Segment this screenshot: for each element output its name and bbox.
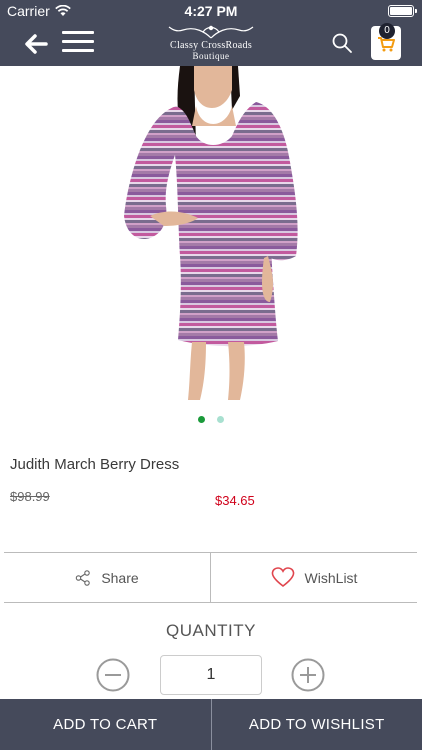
decrease-quantity-icon[interactable]	[96, 658, 130, 692]
image-pager[interactable]	[0, 410, 422, 428]
quantity-input[interactable]	[160, 655, 262, 695]
original-price: $98.99	[10, 489, 50, 504]
wishlist-button[interactable]: WishList	[211, 553, 417, 602]
share-label: Share	[101, 569, 139, 586]
pager-dot[interactable]	[217, 416, 225, 423]
clock: 4:27 PM	[184, 3, 238, 19]
search-icon[interactable]	[331, 32, 353, 54]
add-to-wishlist-button[interactable]: ADD TO WISHLIST	[212, 699, 422, 750]
add-to-wishlist-label: ADD TO WISHLIST	[248, 716, 385, 733]
cart-count-badge: 0	[379, 23, 395, 39]
add-to-cart-button[interactable]: ADD TO CART	[0, 699, 212, 750]
action-row: Share WishList	[4, 552, 417, 603]
add-to-cart-label: ADD TO CART	[53, 716, 158, 733]
bottom-action-bar: ADD TO CART ADD TO WISHLIST	[0, 699, 422, 750]
cart-button[interactable]: 0	[371, 23, 401, 60]
logo-crest-icon	[168, 25, 254, 39]
status-bar: Carrier 4:27 PM	[0, 0, 422, 22]
hamburger-menu-icon[interactable]	[62, 31, 94, 55]
product-title: Judith March Berry Dress	[10, 456, 180, 473]
share-button[interactable]: Share	[4, 553, 211, 602]
increase-quantity-icon[interactable]	[291, 658, 325, 692]
pager-dot-active[interactable]	[197, 416, 205, 423]
heart-icon	[271, 567, 294, 588]
logo-line-2: Boutique	[192, 51, 230, 61]
sale-price: $34.65	[215, 493, 255, 508]
back-arrow-icon[interactable]	[22, 30, 50, 58]
top-bar: Carrier 4:27 PM Classy CrossRoads Boutiq…	[0, 0, 422, 66]
share-icon	[76, 569, 91, 586]
wishlist-label: WishList	[304, 569, 358, 586]
nav-bar: Classy CrossRoads Boutique 0	[0, 22, 422, 66]
brand-logo[interactable]: Classy CrossRoads Boutique	[150, 22, 272, 66]
quantity-label: QUANTITY	[166, 621, 256, 640]
product-image[interactable]	[0, 66, 422, 400]
logo-line-1: Classy CrossRoads	[169, 40, 253, 51]
battery-icon	[388, 5, 417, 17]
